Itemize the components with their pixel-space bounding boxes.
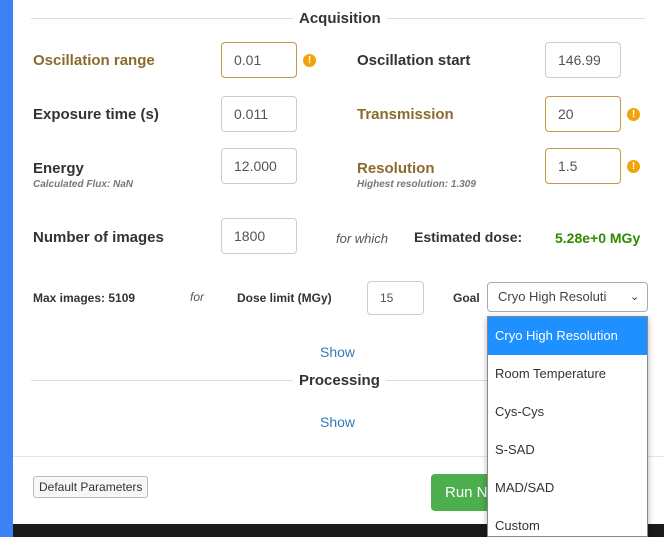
dose-limit-input[interactable]: 15	[367, 281, 424, 315]
goal-label: Goal	[453, 291, 480, 305]
goal-dropdown-menu: Cryo High Resolution Room Temperature Cy…	[487, 316, 648, 537]
estimated-dose-label: Estimated dose:	[414, 229, 523, 245]
number-of-images-label: Number of images	[33, 229, 164, 246]
acquisition-panel: Acquisition Oscillation range 0.01 ! Osc…	[13, 0, 664, 537]
highest-resolution-text: Highest resolution: 1.309	[357, 179, 476, 190]
energy-label: Energy	[33, 160, 84, 177]
resolution-label: Resolution	[357, 160, 435, 177]
goal-option-cys-cys[interactable]: Cys-Cys	[488, 393, 647, 431]
goal-option-cryo-high-resolution[interactable]: Cryo High Resolution	[488, 317, 647, 355]
transmission-input[interactable]: 20	[545, 96, 621, 132]
oscillation-start-label: Oscillation start	[357, 52, 471, 69]
for-which-text: for which	[336, 231, 389, 246]
energy-input[interactable]: 12.000	[221, 148, 297, 184]
resolution-input[interactable]: 1.5	[545, 148, 621, 184]
goal-option-mad-sad[interactable]: MAD/SAD	[488, 469, 647, 507]
for-text: for	[190, 290, 205, 304]
chevron-down-icon[interactable]: ⌄	[630, 290, 639, 303]
resolution-warning-icon: !	[627, 160, 640, 173]
acquisition-show-link[interactable]: Show	[320, 344, 355, 360]
goal-select-value: Cryo High Resoluti	[498, 289, 607, 304]
exposure-time-label: Exposure time (s)	[33, 106, 159, 123]
goal-option-room-temperature[interactable]: Room Temperature	[488, 355, 647, 393]
oscillation-range-warning-icon: !	[303, 54, 316, 67]
dose-limit-label: Dose limit (MGy)	[237, 291, 332, 305]
estimated-dose-value: 5.28e+0 MGy	[555, 230, 641, 246]
processing-show-link[interactable]: Show	[320, 414, 355, 430]
goal-option-s-sad[interactable]: S-SAD	[488, 431, 647, 469]
oscillation-start-input[interactable]: 146.99	[545, 42, 621, 78]
calculated-flux-text: Calculated Flux: NaN	[33, 179, 134, 190]
default-parameters-button[interactable]: Default Parameters	[33, 476, 149, 498]
transmission-warning-icon: !	[627, 108, 640, 121]
acquisition-title: Acquisition	[293, 10, 387, 27]
exposure-time-input[interactable]: 0.011	[221, 96, 297, 132]
max-images-text: Max images: 5109	[33, 291, 136, 305]
transmission-label: Transmission	[357, 106, 454, 123]
goal-option-custom[interactable]: Custom	[488, 507, 647, 537]
processing-title: Processing	[293, 372, 386, 389]
goal-select[interactable]: Cryo High Resoluti	[487, 282, 648, 312]
oscillation-range-label: Oscillation range	[33, 52, 155, 69]
number-of-images-input[interactable]: 1800	[221, 218, 297, 254]
oscillation-range-input[interactable]: 0.01	[221, 42, 297, 78]
